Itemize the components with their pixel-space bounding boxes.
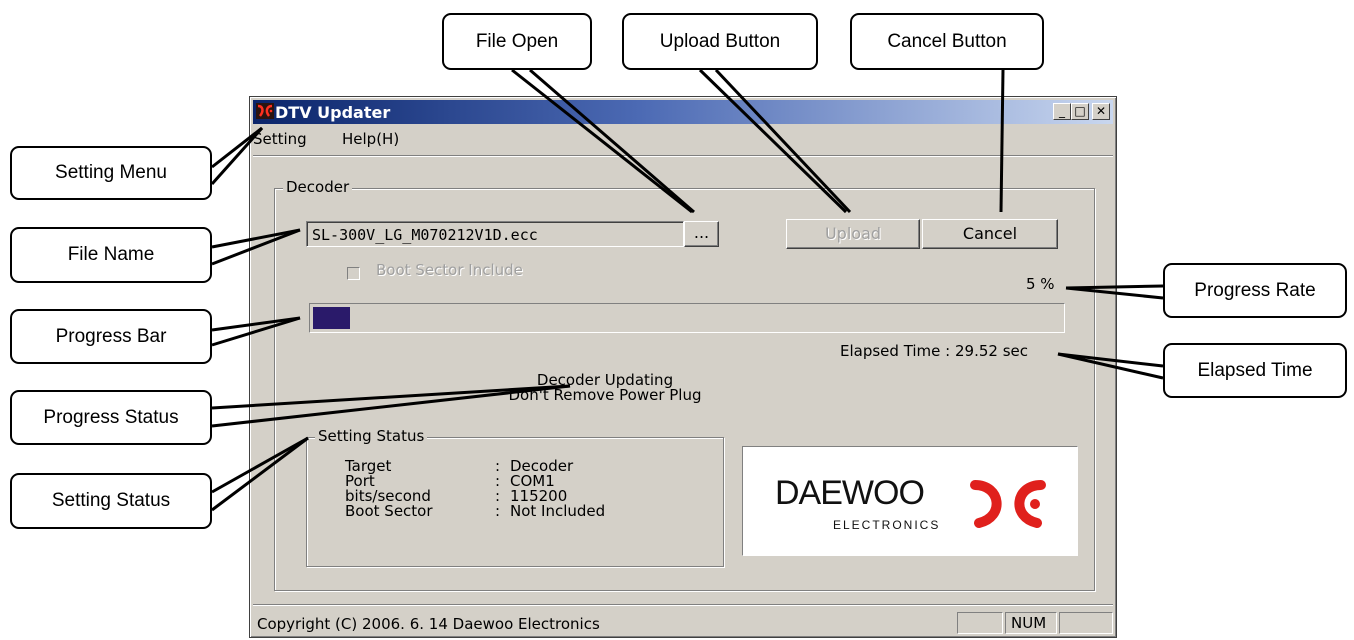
upload-button[interactable]: Upload: [786, 219, 920, 249]
cancel-label: Cancel: [962, 224, 1018, 243]
callout-setting-menu: Setting Menu: [10, 146, 212, 200]
status-bar: Copyright (C) 2006. 6. 14 Daewoo Electro…: [253, 611, 1113, 635]
status-panel-empty: [957, 612, 1003, 634]
bottom-separator: [253, 604, 1113, 606]
boot-sector-label: Boot Sector Include: [376, 261, 523, 279]
maximize-icon: □: [1074, 104, 1086, 118]
setting-status-label: Setting Status: [315, 427, 428, 445]
logo-symbol-dot: [1030, 499, 1040, 509]
copyright-text: Copyright (C) 2006. 6. 14 Daewoo Electro…: [257, 615, 600, 633]
callout-cancel-button: Cancel Button: [850, 13, 1044, 70]
minimize-button[interactable]: _: [1053, 103, 1071, 120]
cancel-button[interactable]: Cancel: [922, 219, 1058, 249]
daewoo-app-icon: [256, 103, 274, 119]
status-panel-scroll: [1059, 612, 1113, 634]
callout-elapsed-time: Elapsed Time: [1163, 343, 1347, 398]
callout-progress-status: Progress Status: [10, 390, 212, 445]
progress-rate: 5 %: [1026, 275, 1055, 293]
maximize-button[interactable]: □: [1071, 103, 1089, 120]
logo-brand: DAEWOO: [775, 474, 924, 512]
close-icon: ✕: [1095, 104, 1107, 118]
title-bar[interactable]: DTV Updater _ □ ✕: [253, 100, 1113, 124]
logo-symbol-left: [970, 480, 1002, 528]
progress-bar: [309, 303, 1065, 333]
file-open-button[interactable]: ...: [684, 221, 719, 247]
callout-progress-bar: Progress Bar: [10, 309, 212, 364]
file-open-label: ...: [693, 223, 710, 242]
daewoo-logo: DAEWOO ELECTRONICS: [742, 446, 1078, 556]
close-button[interactable]: ✕: [1092, 103, 1110, 120]
menu-setting[interactable]: Setting: [253, 130, 307, 148]
callout-file-name: File Name: [10, 227, 212, 283]
menu-separator: [253, 155, 1113, 157]
decoder-group-label: Decoder: [283, 178, 353, 196]
logo-sub: ELECTRONICS: [833, 518, 940, 532]
upload-label: Upload: [824, 224, 882, 243]
callout-upload-button: Upload Button: [622, 13, 818, 70]
menu-bar: Setting Help(H): [253, 127, 1113, 151]
callout-progress-rate: Progress Rate: [1163, 263, 1347, 318]
elapsed-time: Elapsed Time : 29.52 sec: [840, 342, 1028, 360]
status-line-2: Don't Remove Power Plug: [508, 386, 702, 404]
status-colon: :: [495, 502, 501, 520]
callout-setting-status: Setting Status: [10, 473, 212, 529]
status-key: Boot Sector: [345, 502, 433, 520]
num-lock-indicator: NUM: [1011, 614, 1047, 632]
boot-sector-checkbox[interactable]: [347, 267, 360, 280]
daewoo-logo-graphic: DAEWOO ELECTRONICS: [775, 474, 1046, 532]
menu-help[interactable]: Help(H): [342, 130, 399, 148]
callout-file-open: File Open: [442, 13, 592, 70]
progress-fill: [313, 307, 350, 329]
progress-status: Decoder Updating Don't Remove Power Plug: [430, 371, 780, 407]
status-panel-num: NUM: [1005, 612, 1057, 634]
window-title: DTV Updater: [275, 103, 391, 122]
dtv-updater-window: DTV Updater _ □ ✕ Setting Help(H) Decode…: [249, 96, 1117, 638]
file-name-field[interactable]: SL-300V_LG_M070212V1D.ecc: [306, 221, 684, 247]
status-value: Not Included: [510, 502, 606, 520]
minimize-icon: _: [1059, 104, 1065, 118]
